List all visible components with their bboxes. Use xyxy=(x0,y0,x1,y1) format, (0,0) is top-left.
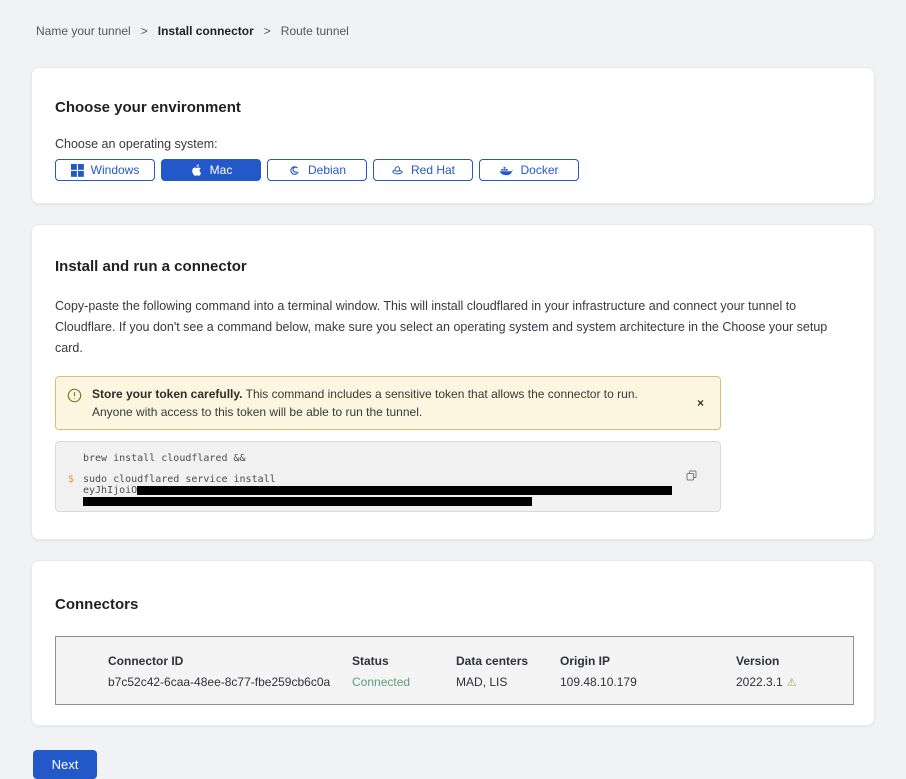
apple-icon xyxy=(190,163,203,177)
breadcrumb: Name your tunnel > Install connector > R… xyxy=(0,0,906,38)
install-card-title: Install and run a connector xyxy=(55,258,844,275)
connectors-table: Connector ID Status Data centers Origin … xyxy=(55,636,854,705)
breadcrumb-step-install-connector[interactable]: Install connector xyxy=(158,24,254,38)
version-warning-icon: ⚠ xyxy=(787,677,797,689)
install-description: Copy-paste the following command into a … xyxy=(55,296,844,359)
os-button-label: Red Hat xyxy=(411,163,455,177)
code-line-brew: brew install cloudflared && xyxy=(68,454,690,465)
environment-card-title: Choose your environment xyxy=(55,99,850,116)
breadcrumb-step-name-your-tunnel[interactable]: Name your tunnel xyxy=(36,24,131,38)
token-warning-text: Store your token carefully. This command… xyxy=(92,385,680,421)
copy-icon[interactable] xyxy=(685,469,698,485)
connectors-card-title: Connectors xyxy=(55,596,852,613)
os-button-group: Windows Mac Debian Red Hat xyxy=(55,159,850,181)
header-origin-ip: Origin IP xyxy=(560,654,736,668)
os-button-label: Windows xyxy=(91,163,140,177)
debian-icon xyxy=(288,164,301,177)
os-button-label: Debian xyxy=(308,163,346,177)
tunnel-setup-page: Name your tunnel > Install connector > R… xyxy=(0,0,906,740)
origin-ip-value: 109.48.10.179 xyxy=(560,675,736,689)
shell-prompt: $ xyxy=(68,475,83,486)
status-badge: Connected xyxy=(352,675,456,689)
redacted-token-bar xyxy=(137,486,672,495)
redacted-token-bar xyxy=(83,497,532,506)
breadcrumb-separator: > xyxy=(264,24,271,38)
os-button-mac[interactable]: Mac xyxy=(161,159,261,181)
header-connector-id: Connector ID xyxy=(108,654,352,668)
header-version: Version xyxy=(736,654,853,668)
os-button-debian[interactable]: Debian xyxy=(267,159,367,181)
install-command-code-block: brew install cloudflared && $ sudo cloud… xyxy=(55,441,721,512)
os-button-label: Mac xyxy=(210,163,233,177)
os-button-docker[interactable]: Docker xyxy=(479,159,579,181)
install-connector-card: Install and run a connector Copy-paste t… xyxy=(31,224,875,540)
token-warning-title: Store your token carefully. xyxy=(92,387,243,401)
environment-card: Choose your environment Choose an operat… xyxy=(31,67,875,204)
connectors-card: Connectors Connector ID Status Data cent… xyxy=(31,560,875,726)
windows-icon xyxy=(71,164,84,177)
data-centers-value: MAD, LIS xyxy=(456,675,560,689)
next-button[interactable]: Next xyxy=(33,750,97,779)
code-line-token-2 xyxy=(68,496,690,507)
docker-icon xyxy=(499,164,513,177)
token-warning-banner: Store your token carefully. This command… xyxy=(55,376,721,430)
redhat-icon xyxy=(391,164,404,177)
close-icon[interactable]: × xyxy=(693,394,708,412)
os-select-label: Choose an operating system: xyxy=(55,137,850,151)
version-value: 2022.3.1⚠ xyxy=(736,675,853,689)
table-row: b7c52c42-6caa-48ee-8c77-fbe259cb6c0a Con… xyxy=(108,675,853,689)
breadcrumb-separator: > xyxy=(141,24,148,38)
connectors-table-header: Connector ID Status Data centers Origin … xyxy=(108,654,853,668)
token-prefix: eyJhIjoiO xyxy=(83,486,137,497)
os-button-windows[interactable]: Windows xyxy=(55,159,155,181)
os-button-redhat[interactable]: Red Hat xyxy=(373,159,473,181)
alert-circle-icon xyxy=(67,388,82,408)
header-status: Status xyxy=(352,654,456,668)
code-line-sudo: $ sudo cloudflared service install xyxy=(68,475,690,486)
os-button-label: Docker xyxy=(520,163,558,177)
connector-id-value: b7c52c42-6caa-48ee-8c77-fbe259cb6c0a xyxy=(108,675,352,689)
code-line-token: eyJhIjoiO xyxy=(68,486,690,497)
header-data-centers: Data centers xyxy=(456,654,560,668)
breadcrumb-step-route-tunnel[interactable]: Route tunnel xyxy=(281,24,349,38)
